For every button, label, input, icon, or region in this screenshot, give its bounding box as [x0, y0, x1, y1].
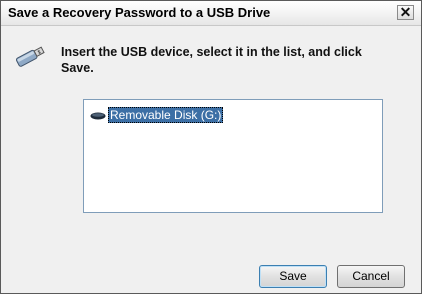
close-icon: ✕: [399, 4, 412, 20]
removable-disk-icon: [90, 112, 106, 120]
cancel-button[interactable]: Cancel: [337, 265, 405, 288]
title-bar[interactable]: Save a Recovery Password to a USB Drive …: [1, 1, 421, 26]
instruction-text: Insert the USB device, select it in the …: [61, 45, 362, 75]
usb-drive-icon: [15, 46, 45, 67]
dialog-title: Save a Recovery Password to a USB Drive: [8, 5, 271, 20]
device-listbox[interactable]: Removable Disk (G:): [83, 99, 383, 213]
save-button[interactable]: Save: [259, 265, 327, 288]
list-item-label: Removable Disk (G:): [108, 107, 224, 123]
dialog-window: Save a Recovery Password to a USB Drive …: [0, 0, 422, 294]
close-button[interactable]: ✕: [397, 4, 414, 20]
